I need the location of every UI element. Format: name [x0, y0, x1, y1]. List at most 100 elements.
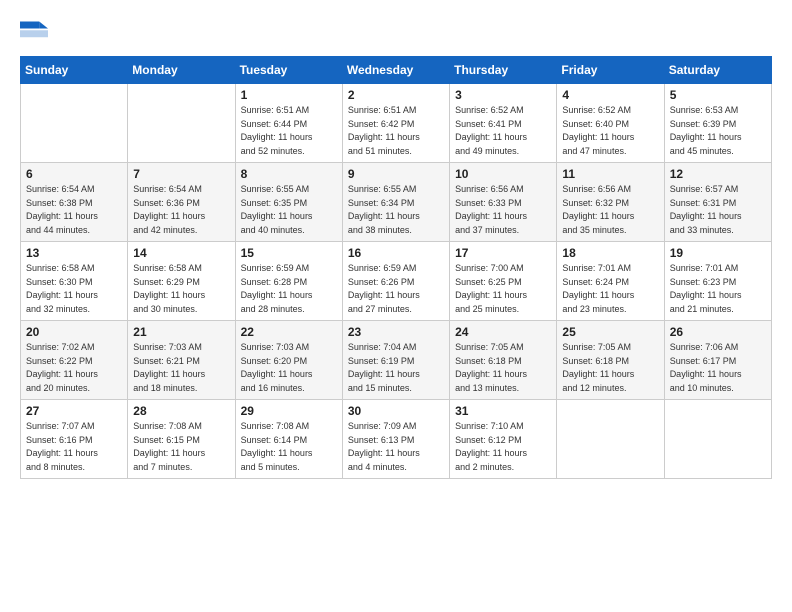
calendar-cell: 9 Sunrise: 6:55 AM Sunset: 6:34 PM Daylig…: [342, 163, 449, 242]
day-info: Sunrise: 6:52 AM Sunset: 6:41 PM Dayligh…: [455, 104, 551, 158]
weekday-header-wednesday: Wednesday: [342, 57, 449, 84]
header: [20, 18, 772, 46]
calendar-cell: 20Sunrise: 7:02 AM Sunset: 6:22 PM Dayli…: [21, 321, 128, 400]
day-info: Sunrise: 6:55 AM Sunset: 6:34 PM Dayligh…: [348, 183, 444, 237]
calendar-cell: 27Sunrise: 7:07 AM Sunset: 6:16 PM Dayli…: [21, 400, 128, 479]
day-number: 30: [348, 404, 444, 418]
day-info: Sunrise: 6:56 AM Sunset: 6:33 PM Dayligh…: [455, 183, 551, 237]
day-info: Sunrise: 6:58 AM Sunset: 6:29 PM Dayligh…: [133, 262, 229, 316]
calendar-cell: 19Sunrise: 7:01 AM Sunset: 6:23 PM Dayli…: [664, 242, 771, 321]
calendar-cell: [557, 400, 664, 479]
weekday-header-friday: Friday: [557, 57, 664, 84]
day-info: Sunrise: 7:03 AM Sunset: 6:21 PM Dayligh…: [133, 341, 229, 395]
day-info: Sunrise: 7:01 AM Sunset: 6:24 PM Dayligh…: [562, 262, 658, 316]
calendar-cell: 12Sunrise: 6:57 AM Sunset: 6:31 PM Dayli…: [664, 163, 771, 242]
day-info: Sunrise: 7:03 AM Sunset: 6:20 PM Dayligh…: [241, 341, 337, 395]
calendar-cell: [664, 400, 771, 479]
day-number: 9: [348, 167, 444, 181]
calendar-cell: 31 Sunrise: 7:10 AM Sunset: 6:12 PM Dayli…: [450, 400, 557, 479]
day-info: Sunrise: 7:05 AM Sunset: 6:18 PM Dayligh…: [455, 341, 551, 395]
day-number: 3: [455, 88, 551, 102]
day-number: 23: [348, 325, 444, 339]
weekday-header-thursday: Thursday: [450, 57, 557, 84]
day-number: 14: [133, 246, 229, 260]
day-number: 6: [26, 167, 122, 181]
weekday-header-tuesday: Tuesday: [235, 57, 342, 84]
weekday-header-monday: Monday: [128, 57, 235, 84]
day-number: 31: [455, 404, 551, 418]
calendar-cell: 1 Sunrise: 6:51 AM Sunset: 6:44 PM Daylig…: [235, 84, 342, 163]
day-info: Sunrise: 6:52 AM Sunset: 6:40 PM Dayligh…: [562, 104, 658, 158]
calendar-cell: 4 Sunrise: 6:52 AM Sunset: 6:40 PM Daylig…: [557, 84, 664, 163]
day-info: Sunrise: 7:10 AM Sunset: 6:12 PM Dayligh…: [455, 420, 551, 474]
day-info: Sunrise: 7:08 AM Sunset: 6:15 PM Dayligh…: [133, 420, 229, 474]
calendar-cell: 8 Sunrise: 6:55 AM Sunset: 6:35 PM Daylig…: [235, 163, 342, 242]
calendar-cell: 17 Sunrise: 7:00 AM Sunset: 6:25 PM Dayli…: [450, 242, 557, 321]
day-number: 18: [562, 246, 658, 260]
calendar-week-row: 27Sunrise: 7:07 AM Sunset: 6:16 PM Dayli…: [21, 400, 772, 479]
day-number: 7: [133, 167, 229, 181]
day-info: Sunrise: 6:56 AM Sunset: 6:32 PM Dayligh…: [562, 183, 658, 237]
day-number: 24: [455, 325, 551, 339]
day-number: 22: [241, 325, 337, 339]
day-info: Sunrise: 6:54 AM Sunset: 6:36 PM Dayligh…: [133, 183, 229, 237]
day-info: Sunrise: 7:07 AM Sunset: 6:16 PM Dayligh…: [26, 420, 122, 474]
day-number: 19: [670, 246, 766, 260]
day-info: Sunrise: 6:54 AM Sunset: 6:38 PM Dayligh…: [26, 183, 122, 237]
day-number: 26: [670, 325, 766, 339]
logo-icon: [20, 18, 48, 46]
calendar-week-row: 13Sunrise: 6:58 AM Sunset: 6:30 PM Dayli…: [21, 242, 772, 321]
calendar-cell: 30 Sunrise: 7:09 AM Sunset: 6:13 PM Dayli…: [342, 400, 449, 479]
calendar-cell: 14 Sunrise: 6:58 AM Sunset: 6:29 PM Dayli…: [128, 242, 235, 321]
day-number: 28: [133, 404, 229, 418]
weekday-header-saturday: Saturday: [664, 57, 771, 84]
calendar-cell: 21 Sunrise: 7:03 AM Sunset: 6:21 PM Dayli…: [128, 321, 235, 400]
weekday-header-sunday: Sunday: [21, 57, 128, 84]
day-info: Sunrise: 7:09 AM Sunset: 6:13 PM Dayligh…: [348, 420, 444, 474]
day-info: Sunrise: 6:58 AM Sunset: 6:30 PM Dayligh…: [26, 262, 122, 316]
calendar-cell: 28 Sunrise: 7:08 AM Sunset: 6:15 PM Dayli…: [128, 400, 235, 479]
day-number: 25: [562, 325, 658, 339]
day-info: Sunrise: 7:08 AM Sunset: 6:14 PM Dayligh…: [241, 420, 337, 474]
calendar-page: SundayMondayTuesdayWednesdayThursdayFrid…: [0, 0, 792, 612]
day-number: 4: [562, 88, 658, 102]
day-number: 5: [670, 88, 766, 102]
calendar-cell: 15 Sunrise: 6:59 AM Sunset: 6:28 PM Dayli…: [235, 242, 342, 321]
day-number: 17: [455, 246, 551, 260]
day-info: Sunrise: 7:02 AM Sunset: 6:22 PM Dayligh…: [26, 341, 122, 395]
day-info: Sunrise: 7:05 AM Sunset: 6:18 PM Dayligh…: [562, 341, 658, 395]
calendar-cell: 16Sunrise: 6:59 AM Sunset: 6:26 PM Dayli…: [342, 242, 449, 321]
day-info: Sunrise: 6:53 AM Sunset: 6:39 PM Dayligh…: [670, 104, 766, 158]
day-number: 10: [455, 167, 551, 181]
calendar-cell: [21, 84, 128, 163]
day-info: Sunrise: 6:59 AM Sunset: 6:26 PM Dayligh…: [348, 262, 444, 316]
calendar-cell: 7 Sunrise: 6:54 AM Sunset: 6:36 PM Daylig…: [128, 163, 235, 242]
day-number: 12: [670, 167, 766, 181]
day-info: Sunrise: 6:59 AM Sunset: 6:28 PM Dayligh…: [241, 262, 337, 316]
day-number: 15: [241, 246, 337, 260]
day-number: 8: [241, 167, 337, 181]
calendar-week-row: 20Sunrise: 7:02 AM Sunset: 6:22 PM Dayli…: [21, 321, 772, 400]
calendar-cell: 29 Sunrise: 7:08 AM Sunset: 6:14 PM Dayli…: [235, 400, 342, 479]
calendar-week-row: 1 Sunrise: 6:51 AM Sunset: 6:44 PM Daylig…: [21, 84, 772, 163]
day-number: 2: [348, 88, 444, 102]
day-info: Sunrise: 6:55 AM Sunset: 6:35 PM Dayligh…: [241, 183, 337, 237]
calendar-table: SundayMondayTuesdayWednesdayThursdayFrid…: [20, 56, 772, 479]
day-number: 11: [562, 167, 658, 181]
calendar-cell: 23 Sunrise: 7:04 AM Sunset: 6:19 PM Dayli…: [342, 321, 449, 400]
day-info: Sunrise: 7:00 AM Sunset: 6:25 PM Dayligh…: [455, 262, 551, 316]
calendar-cell: 10 Sunrise: 6:56 AM Sunset: 6:33 PM Dayli…: [450, 163, 557, 242]
day-number: 21: [133, 325, 229, 339]
calendar-cell: 22 Sunrise: 7:03 AM Sunset: 6:20 PM Dayli…: [235, 321, 342, 400]
day-info: Sunrise: 6:51 AM Sunset: 6:44 PM Dayligh…: [241, 104, 337, 158]
day-number: 29: [241, 404, 337, 418]
day-number: 1: [241, 88, 337, 102]
calendar-cell: [128, 84, 235, 163]
day-info: Sunrise: 6:51 AM Sunset: 6:42 PM Dayligh…: [348, 104, 444, 158]
day-info: Sunrise: 7:06 AM Sunset: 6:17 PM Dayligh…: [670, 341, 766, 395]
calendar-week-row: 6 Sunrise: 6:54 AM Sunset: 6:38 PM Daylig…: [21, 163, 772, 242]
calendar-cell: 26 Sunrise: 7:06 AM Sunset: 6:17 PM Dayli…: [664, 321, 771, 400]
calendar-cell: 18 Sunrise: 7:01 AM Sunset: 6:24 PM Dayli…: [557, 242, 664, 321]
day-info: Sunrise: 7:04 AM Sunset: 6:19 PM Dayligh…: [348, 341, 444, 395]
calendar-cell: 25 Sunrise: 7:05 AM Sunset: 6:18 PM Dayli…: [557, 321, 664, 400]
